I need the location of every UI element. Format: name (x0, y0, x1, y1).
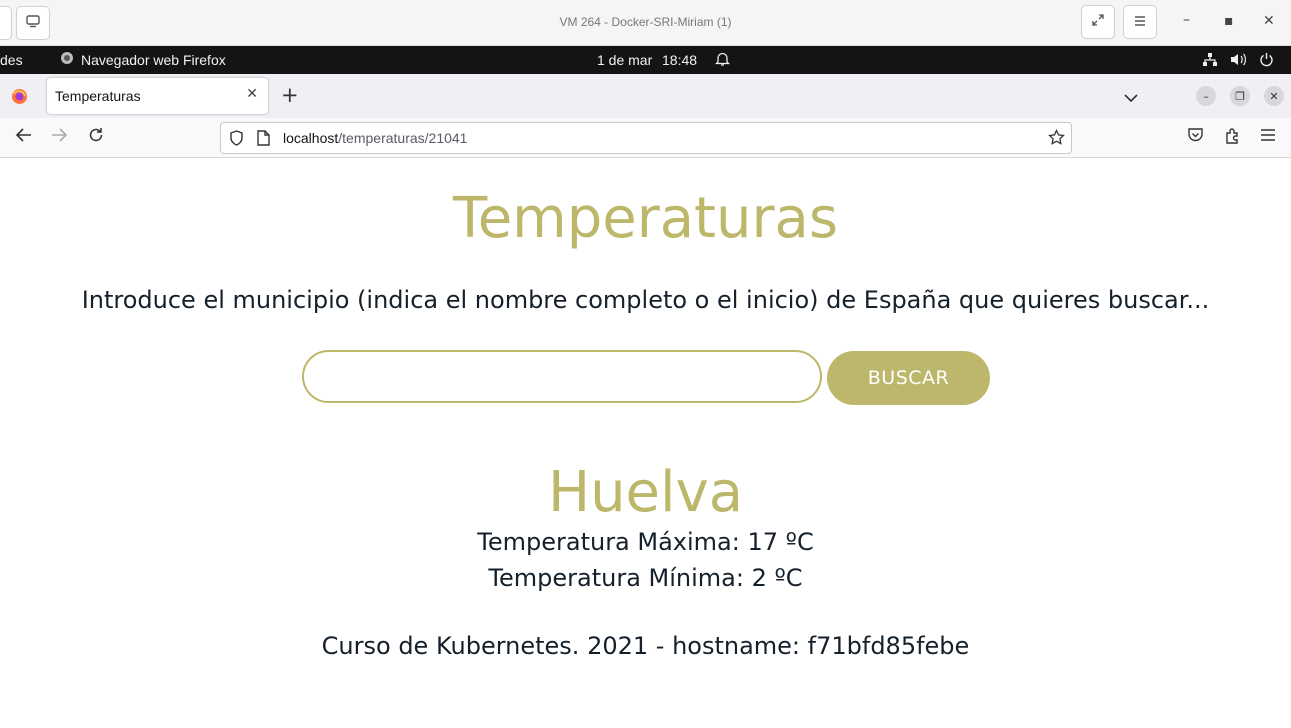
firefox-icon (60, 51, 74, 68)
app-menu-label[interactable]: Navegador web Firefox (81, 52, 226, 68)
power-icon[interactable] (1259, 52, 1274, 70)
volume-icon[interactable] (1230, 52, 1247, 70)
url-host: localhost (283, 130, 339, 146)
minimize-icon[interactable]: – (1183, 12, 1190, 28)
page-content: Temperaturas Introduce el municipio (ind… (0, 158, 1291, 728)
url-path: /temperaturas/21041 (338, 130, 468, 146)
bell-icon (714, 51, 731, 70)
max-temperature: Temperatura Máxima: 17 ºC (477, 528, 814, 556)
activities-button[interactable]: des (0, 52, 23, 68)
pocket-icon[interactable] (1187, 127, 1204, 148)
close-icon[interactable]: ✕ (1264, 86, 1284, 106)
back-icon[interactable] (15, 127, 32, 148)
page-title: Temperaturas (453, 186, 838, 251)
url-text[interactable]: localhost/temperaturas/21041 (283, 130, 467, 146)
clock-date[interactable]: 1 de mar (597, 52, 652, 68)
browser-tab-bar: Temperaturas ✕ + – ❐ ✕ (0, 74, 1291, 118)
tab-list-icon[interactable] (1124, 88, 1138, 107)
shield-icon[interactable] (229, 130, 244, 150)
hamburger-menu-icon (1133, 13, 1147, 31)
bookmark-star-icon[interactable] (1048, 128, 1065, 150)
vm-title-bar: VM 264 - Docker-SRI-Miriam (1) – ▪ ✕ (0, 0, 1291, 46)
hamburger-menu-icon[interactable] (1260, 127, 1276, 147)
city-name: Huelva (547, 460, 744, 525)
page-icon[interactable] (257, 130, 270, 150)
search-input[interactable] (302, 350, 822, 403)
close-icon[interactable]: ✕ (1263, 13, 1275, 29)
tab-title: Temperaturas (55, 88, 141, 104)
firefox-icon (11, 88, 28, 109)
min-temperature: Temperatura Mínima: 2 ºC (488, 564, 803, 592)
new-tab-icon[interactable]: + (281, 83, 299, 107)
fullscreen-icon (1091, 13, 1105, 31)
vm-fullscreen-button[interactable] (1081, 5, 1115, 39)
maximize-icon[interactable]: ▪ (1224, 13, 1234, 29)
network-icon[interactable] (1202, 52, 1218, 70)
tab-temperaturas[interactable]: Temperaturas ✕ (47, 78, 268, 114)
clock-time[interactable]: 18:48 (662, 52, 697, 68)
extensions-icon[interactable] (1224, 127, 1241, 149)
system-top-bar: des Navegador web Firefox 1 de mar 18:48 (0, 46, 1291, 74)
minimize-icon[interactable]: – (1196, 86, 1216, 106)
navigation-toolbar: localhost/temperaturas/21041 (0, 118, 1291, 158)
search-instruction: Introduce el municipio (indica el nombre… (81, 286, 1210, 314)
search-button[interactable]: BUSCAR (827, 351, 990, 405)
footer-text: Curso de Kubernetes. 2021 - hostname: f7… (321, 632, 970, 660)
forward-icon[interactable] (51, 127, 68, 148)
close-icon[interactable]: ✕ (246, 86, 258, 102)
restore-icon[interactable]: ❐ (1230, 86, 1250, 106)
url-bar[interactable]: localhost/temperaturas/21041 (220, 122, 1072, 154)
vm-menu-button[interactable] (1123, 5, 1157, 39)
reload-icon[interactable] (88, 127, 104, 148)
